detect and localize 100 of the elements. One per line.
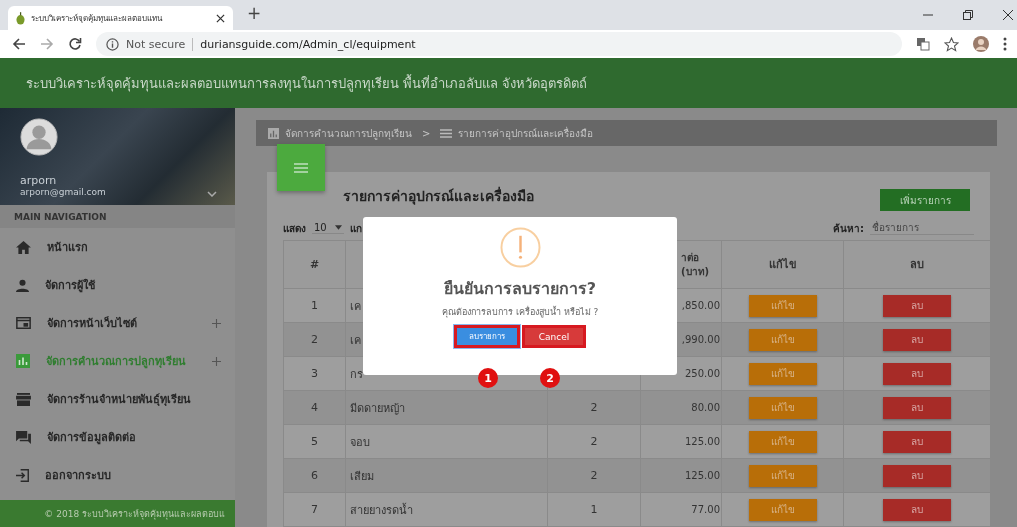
caret-icon — [334, 225, 342, 230]
edit-button[interactable]: แก้ไข — [748, 294, 817, 317]
card-title: รายการค่าอุปกรณ์และเครื่องมือ — [343, 185, 535, 207]
translate-icon[interactable] — [916, 37, 930, 51]
reload-icon[interactable] — [68, 37, 82, 51]
nav-item[interactable]: หน้าแรก — [0, 228, 235, 266]
table-cell: กร — [350, 367, 363, 381]
browser-tab[interactable]: ระบบวิเคราะห์จุดคุ้มทุนและผลตอบแทน — [8, 6, 233, 30]
list-icon — [277, 144, 325, 191]
delete-button[interactable]: ลบ — [883, 328, 951, 351]
breadcrumb-link[interactable]: จัดการคำนวณการปลูกทุเรียน — [285, 125, 412, 141]
url-text: duriansguide.com/Admin_cl/equipment — [200, 37, 416, 51]
column-header: าต่อ (บาท) — [681, 251, 710, 277]
window-icon — [16, 317, 31, 329]
table-cell: 125.00 — [685, 470, 720, 481]
entries-label: แก — [349, 221, 362, 236]
edit-button[interactable]: แก้ไข — [748, 464, 817, 487]
delete-button[interactable]: ลบ — [883, 294, 951, 317]
cancel-button[interactable]: Cancel — [522, 325, 586, 348]
table-cell: 80.00 — [691, 402, 720, 413]
warning-icon — [499, 227, 541, 268]
delete-button[interactable]: ลบ — [883, 362, 951, 385]
address-field[interactable]: Not secure duriansguide.com/Admin_cl/equipment — [96, 32, 902, 56]
table-cell: ,850.00 — [681, 300, 720, 311]
info-icon — [106, 37, 119, 51]
table-cell: 1 — [311, 299, 318, 312]
table-cell: 2 — [590, 435, 598, 448]
chart-icon — [268, 127, 279, 139]
expand-icon — [212, 356, 221, 366]
edit-button[interactable]: แก้ไข — [748, 498, 817, 521]
copyright-text: © 2018 ระบบวิเคราะห์จุดคุ้มทุนและผลตอบแ — [44, 507, 225, 521]
column-header: ลบ — [910, 257, 924, 271]
table-cell: เสียม — [350, 469, 374, 483]
app-title: ระบบวิเคราะห์จุดคุ้มทุนและผลตอบแทนการลงทุนในการปลูกทุเรียน พื้นที่อำเภอลับแล จังหวัดอุตรดิตถ์ — [26, 73, 588, 94]
restore-icon[interactable] — [963, 10, 973, 20]
logout-icon — [16, 468, 29, 482]
chevron-down-icon[interactable] — [207, 191, 217, 197]
user-email: arporn@gmail.com — [20, 187, 106, 197]
store-icon — [16, 392, 31, 406]
nav-section-label: MAIN NAVIGATION — [0, 205, 235, 228]
chart-icon — [16, 354, 30, 368]
table-cell: 5 — [311, 435, 318, 448]
dialog-title: ยืนยันการลบรายการ? — [443, 278, 597, 300]
confirm-delete-button[interactable]: ลบรายการ — [454, 325, 520, 348]
edit-button[interactable]: แก้ไข — [748, 396, 817, 419]
nav-item[interactable]: ออกจากระบบ — [0, 456, 235, 494]
star-icon[interactable] — [944, 36, 959, 52]
nav-item[interactable]: จัดการผู้ใช้ — [0, 266, 235, 304]
table-cell: 2 — [590, 401, 598, 414]
chat-icon — [16, 430, 31, 444]
table-cell: ,990.00 — [681, 334, 720, 345]
column-header: แก้ไข — [768, 257, 797, 271]
search-label: ค้นหา: — [833, 221, 864, 236]
avatar-icon — [20, 118, 58, 156]
table-cell: 7 — [311, 503, 318, 516]
table-cell: มีดดายหญ้า — [350, 401, 405, 415]
add-item-button[interactable]: เพิ่มรายการ — [880, 189, 970, 211]
delete-button[interactable]: ลบ — [883, 464, 951, 487]
delete-button[interactable]: ลบ — [883, 430, 951, 453]
back-icon[interactable] — [12, 37, 26, 51]
person-icon — [16, 278, 29, 292]
profile-icon[interactable] — [973, 36, 989, 52]
table-cell: 6 — [311, 469, 318, 482]
search-field[interactable]: ชื่อรายการ — [870, 221, 974, 235]
nav-item[interactable]: จัดการข้อมูลติดต่อ — [0, 418, 235, 456]
durian-icon — [16, 11, 25, 25]
table-cell: เค — [350, 333, 361, 347]
breadcrumb-separator: > — [422, 127, 431, 139]
user-name: arporn — [20, 174, 58, 187]
expand-icon — [212, 318, 221, 328]
edit-button[interactable]: แก้ไข — [748, 328, 817, 351]
edit-button[interactable]: แก้ไข — [748, 362, 817, 385]
table-cell: 3 — [311, 367, 318, 380]
new-tab-button[interactable]: + — [247, 5, 262, 22]
nav-item[interactable]: จัดการร้านจำหน่ายพันธุ์ทุเรียน — [0, 380, 235, 418]
table-cell: 1 — [590, 503, 598, 516]
nav-item[interactable]: จัดการหน้าเว็บไซต์ — [0, 304, 235, 342]
close-icon[interactable] — [1003, 10, 1013, 20]
menu-icon[interactable] — [1003, 37, 1007, 51]
tab-title: ระบบวิเคราะห์จุดคุ้มทุนและผลตอบแทน — [31, 12, 164, 25]
table-cell: เค — [350, 299, 361, 313]
table-cell: สายยางรดน้ำ — [350, 503, 413, 517]
table-cell: 77.00 — [691, 504, 720, 515]
breadcrumb-link[interactable]: รายการค่าอุปกรณ์และเครื่องมือ — [458, 125, 594, 141]
table-cell: จอบ — [350, 435, 370, 449]
table-cell: 2 — [311, 333, 318, 346]
security-label: Not secure — [126, 37, 194, 51]
delete-button[interactable]: ลบ — [883, 498, 951, 521]
table-cell: 250.00 — [685, 368, 720, 379]
table-cell: 2 — [590, 469, 598, 482]
delete-button[interactable]: ลบ — [883, 396, 951, 419]
home-icon — [16, 240, 31, 254]
page-size-select[interactable]: 10 — [312, 222, 344, 234]
show-label: แสดง — [283, 221, 306, 236]
dialog-message: คุณต้องการลบการ เครื่องสูบน้ำ หรือไม่ ? — [441, 305, 599, 319]
table-cell: 125.00 — [685, 436, 720, 447]
column-header: # — [309, 257, 320, 271]
close-icon[interactable] — [216, 13, 225, 23]
list-icon — [440, 128, 453, 138]
edit-button[interactable]: แก้ไข — [748, 430, 817, 453]
